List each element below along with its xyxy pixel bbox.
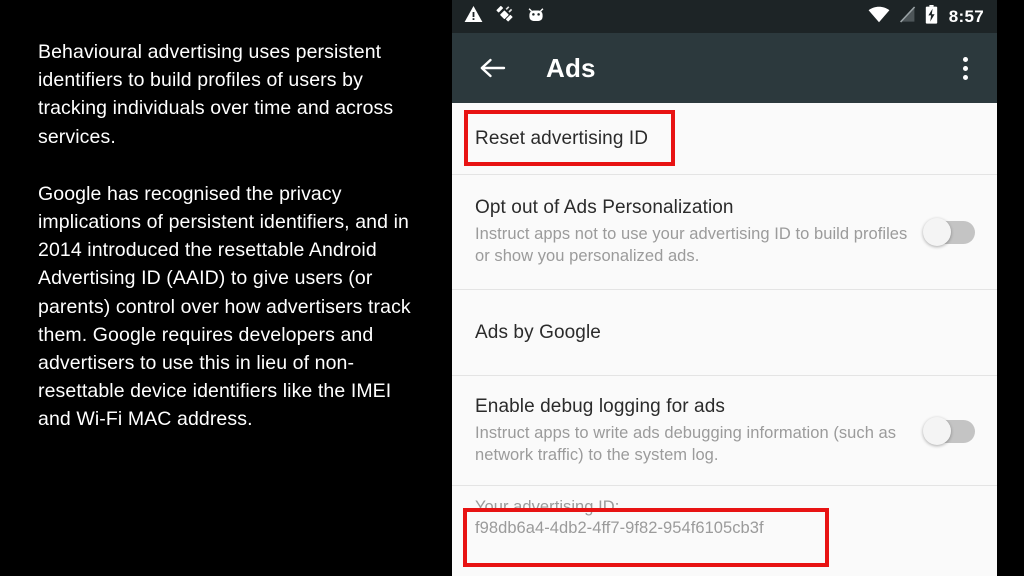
list-item-title: Ads by Google — [475, 321, 601, 343]
toggle-thumb — [923, 416, 951, 445]
status-bar-left-icons — [464, 5, 545, 29]
list-item-reset-advertising-id[interactable]: Reset advertising ID — [452, 103, 997, 175]
app-bar: Ads — [452, 33, 997, 103]
advertising-id-block: Your advertising ID: f98db6a4-4db2-4ff7-… — [452, 486, 997, 538]
android-status-bar: 8:57 — [452, 0, 997, 33]
warning-triangle-icon — [464, 5, 483, 28]
back-arrow-icon[interactable] — [476, 51, 510, 85]
status-bar-right-icons: 8:57 — [868, 4, 984, 29]
overflow-dot — [962, 56, 968, 62]
wifi-icon — [868, 6, 890, 28]
toggle-switch-debug-logging[interactable] — [923, 416, 975, 445]
no-signal-icon — [899, 5, 916, 28]
toggle-switch-opt-out[interactable] — [923, 218, 975, 246]
list-item-text: Ads by Google — [475, 322, 975, 344]
list-item-ads-by-google[interactable]: Ads by Google — [452, 290, 997, 376]
phone-screenshot-panel: 8:57 Ads Reset advertising ID Opt out of… — [452, 0, 997, 576]
list-item-text: Reset advertising ID — [475, 128, 975, 150]
list-item-title: Reset advertising ID — [475, 127, 649, 149]
list-item-text: Opt out of Ads Personalization Instruct … — [475, 197, 909, 267]
list-item-summary: Instruct apps to write ads debugging inf… — [475, 423, 897, 464]
overflow-menu-icon[interactable] — [949, 48, 981, 88]
battery-charging-icon — [925, 4, 938, 29]
gps-satellite-icon — [495, 5, 515, 29]
list-item-text: Enable debug logging for ads Instruct ap… — [475, 396, 909, 466]
slide-text-panel: Behavioural advertising uses persistent … — [0, 0, 452, 576]
android-bug-icon — [527, 5, 545, 28]
settings-list: Reset advertising ID Opt out of Ads Pers… — [452, 103, 997, 486]
list-item-enable-debug-logging[interactable]: Enable debug logging for ads Instruct ap… — [452, 376, 997, 486]
page-title: Ads — [546, 52, 596, 83]
advertising-id-value: f98db6a4-4db2-4ff7-9f82-954f6105cb3f — [475, 519, 764, 537]
advertising-id-label: Your advertising ID: — [475, 498, 620, 516]
slide-paragraph-2: Google has recognised the privacy implic… — [38, 182, 411, 431]
slide-paragraph-1: Behavioural advertising uses persistent … — [38, 41, 394, 148]
overflow-dot — [962, 65, 968, 71]
status-bar-clock: 8:57 — [948, 6, 984, 26]
list-item-summary: Instruct apps not to use your advertisin… — [475, 225, 908, 265]
list-item-title: Enable debug logging for ads — [475, 395, 725, 417]
overflow-dot — [962, 74, 968, 80]
toggle-thumb — [923, 218, 951, 246]
list-item-title: Opt out of Ads Personalization — [475, 197, 734, 218]
list-item-opt-out-ads-personalization[interactable]: Opt out of Ads Personalization Instruct … — [452, 175, 997, 290]
